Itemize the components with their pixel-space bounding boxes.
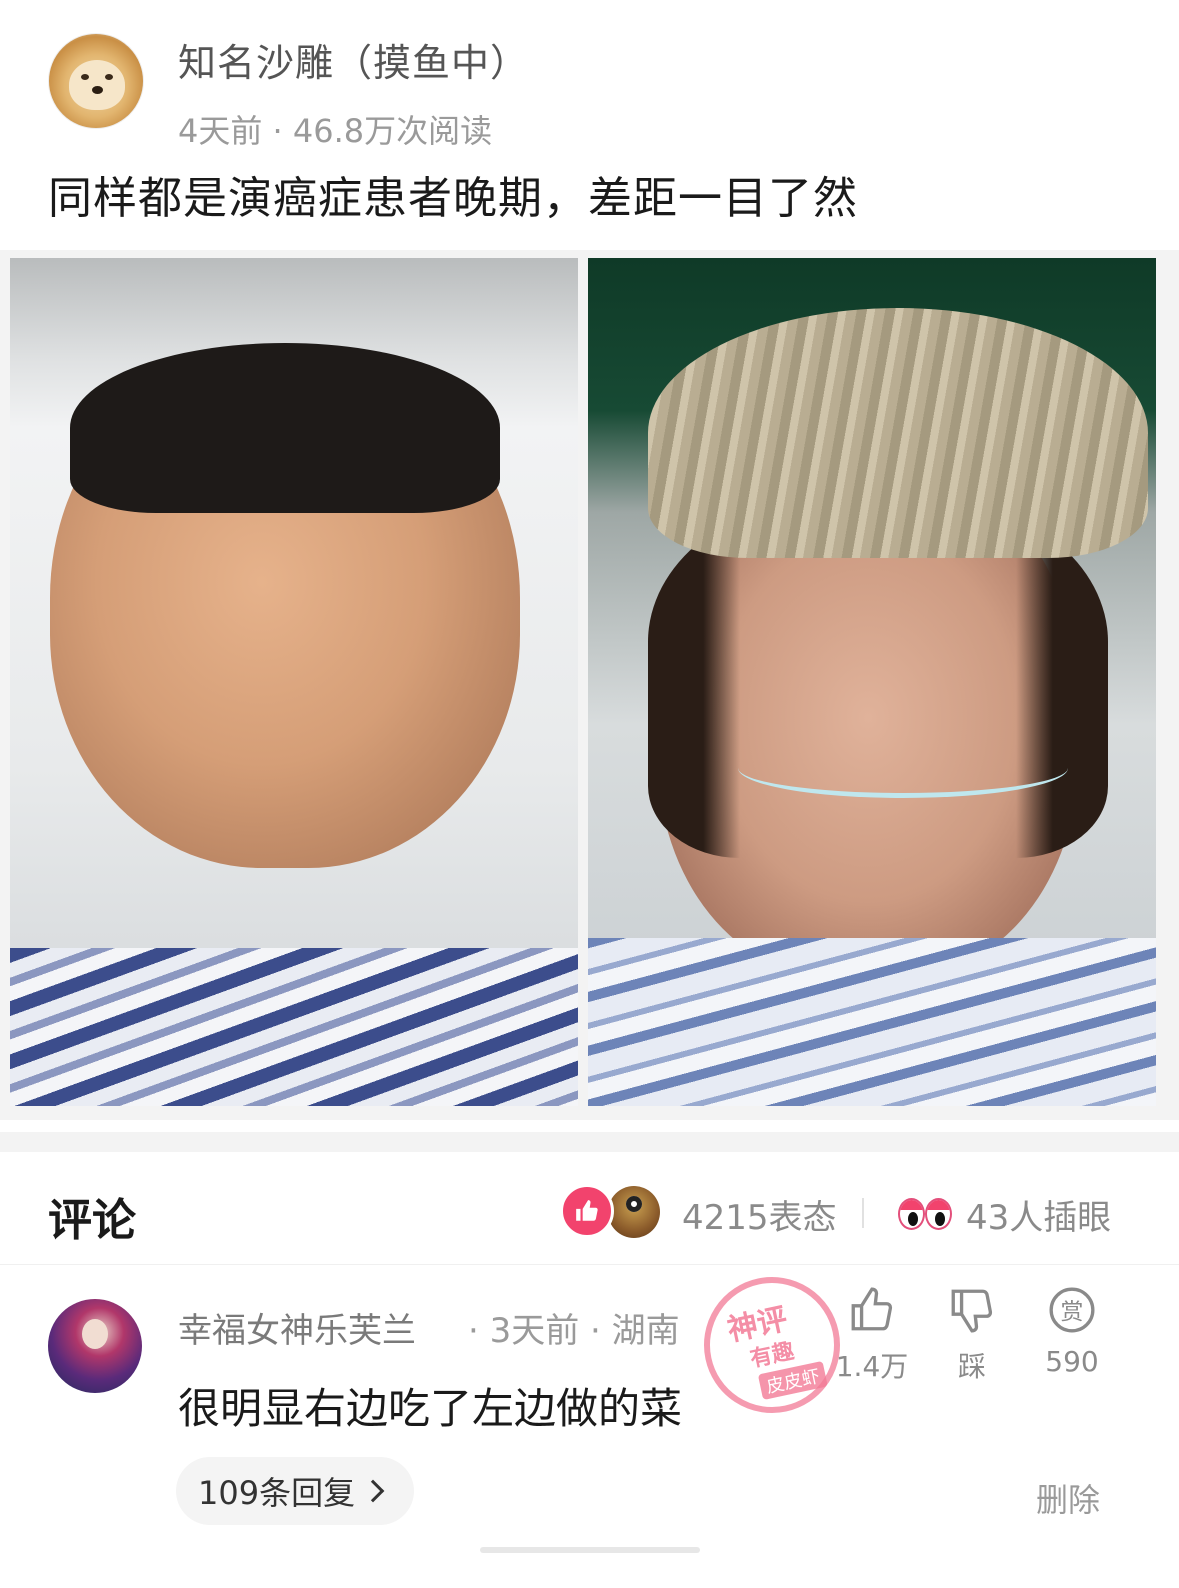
like-reaction-icon — [560, 1184, 614, 1238]
post-meta: 4天前 · 46.8万次阅读 — [178, 112, 493, 150]
left-photo[interactable] — [10, 258, 578, 1106]
commenter-avatar[interactable] — [48, 1299, 142, 1393]
reward-icon: 赏 — [1049, 1287, 1095, 1333]
author-avatar[interactable] — [48, 33, 144, 129]
eyes-icon — [898, 1192, 954, 1232]
right-photo[interactable] — [588, 258, 1156, 1106]
dislike-button[interactable]: 踩 — [932, 1285, 1012, 1385]
comments-header: 评论 4215表态 43人插眼 — [0, 1152, 1179, 1264]
like-icon — [851, 1287, 893, 1331]
reward-count: 590 — [1045, 1345, 1099, 1378]
post-images — [0, 250, 1179, 1120]
home-indicator — [480, 1547, 700, 1553]
emoji-reaction-icon — [608, 1186, 660, 1238]
dislike-icon — [951, 1289, 993, 1333]
god-comment-stamp: 神评 有趣 皮皮虾 — [691, 1264, 853, 1426]
reactions-count: 4215表态 — [682, 1198, 837, 1238]
comments-title: 评论 — [48, 1195, 136, 1246]
author-name[interactable]: 知名沙雕（摸鱼中） — [178, 32, 529, 87]
comment-text: 很明显右边吃了左边做的菜 — [178, 1384, 683, 1433]
divider — [862, 1198, 864, 1228]
delete-button[interactable]: 删除 — [1036, 1475, 1100, 1521]
dislike-label: 踩 — [957, 1350, 986, 1383]
peek-count: 43人插眼 — [966, 1198, 1112, 1238]
comment-meta: · 3天前 · 湖南 — [468, 1311, 680, 1351]
comment-item: 幸福女神乐芙兰 · 3天前 · 湖南 很明显右边吃了左边做的菜 神评 有趣 皮皮… — [0, 1264, 1179, 1588]
reward-button[interactable]: 赏 590 — [1032, 1285, 1112, 1378]
commenter-name[interactable]: 幸福女神乐芙兰 — [178, 1303, 416, 1352]
view-replies-button[interactable]: 109条回复 — [176, 1457, 414, 1525]
post-title: 同样都是演癌症患者晚期，差距一目了然 — [48, 173, 858, 224]
chevron-right-icon — [361, 1479, 385, 1503]
like-count: 1.4万 — [835, 1350, 909, 1383]
like-button[interactable]: 1.4万 — [832, 1285, 912, 1385]
post-header: 知名沙雕（摸鱼中） 4天前 · 46.8万次阅读 同样都是演癌症患者晚期，差距一… — [0, 0, 1179, 250]
section-divider — [0, 1132, 1179, 1152]
svg-text:赏: 赏 — [1061, 1299, 1084, 1325]
replies-count: 109条回复 — [198, 1474, 356, 1512]
